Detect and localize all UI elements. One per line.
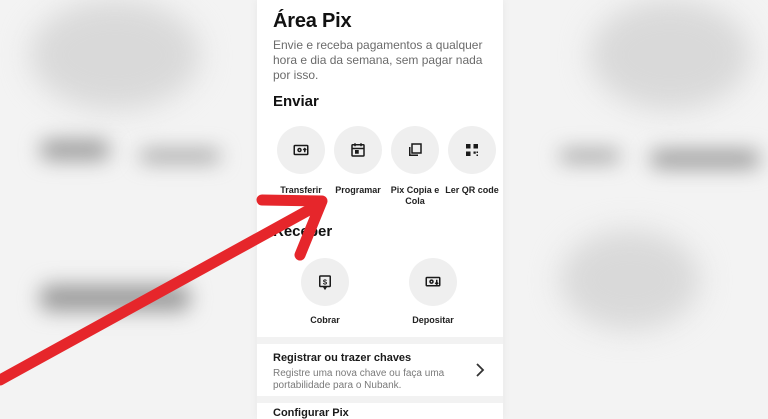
read-qr-code-label[interactable]: Ler QR code [437,185,507,196]
page-title: Área Pix [273,10,352,32]
blurred-circle [590,0,750,110]
page-description: Envie e receba pagamentos a qualquer hor… [273,38,483,82]
copy-icon [409,143,422,156]
section-divider [257,337,503,344]
receive-heading: Receber [273,223,333,240]
charge-icon: $ [319,275,331,291]
blurred-shape [40,140,110,160]
deposit-icon [425,276,441,287]
schedule-button[interactable] [334,126,382,174]
qr-code-icon [466,144,478,156]
configure-pix-title[interactable]: Configurar Pix [273,407,349,419]
blurred-shape [560,150,620,162]
pix-copy-paste-button[interactable] [391,126,439,174]
calendar-icon [351,143,365,157]
transfer-button[interactable] [277,126,325,174]
pix-area-panel: Área Pix Envie e receba pagamentos a qua… [257,0,503,419]
svg-text:$: $ [323,277,328,286]
deposit-label[interactable]: Depositar [398,315,468,326]
charge-button[interactable]: $ [301,258,349,306]
send-heading: Enviar [273,93,319,110]
register-keys-title: Registrar ou trazer chaves [273,352,412,364]
blurred-circle [560,230,700,330]
section-divider [257,396,503,403]
blurred-shape [650,150,760,168]
deposit-button[interactable] [409,258,457,306]
chevron-right-icon [476,363,485,377]
blurred-circle [30,0,200,110]
transfer-icon [293,144,309,156]
register-keys-description: Registre uma nova chave ou faça uma port… [273,368,445,391]
read-qr-code-button[interactable] [448,126,496,174]
blurred-shape [40,285,190,311]
charge-label[interactable]: Cobrar [290,315,360,326]
blurred-shape [140,150,220,162]
